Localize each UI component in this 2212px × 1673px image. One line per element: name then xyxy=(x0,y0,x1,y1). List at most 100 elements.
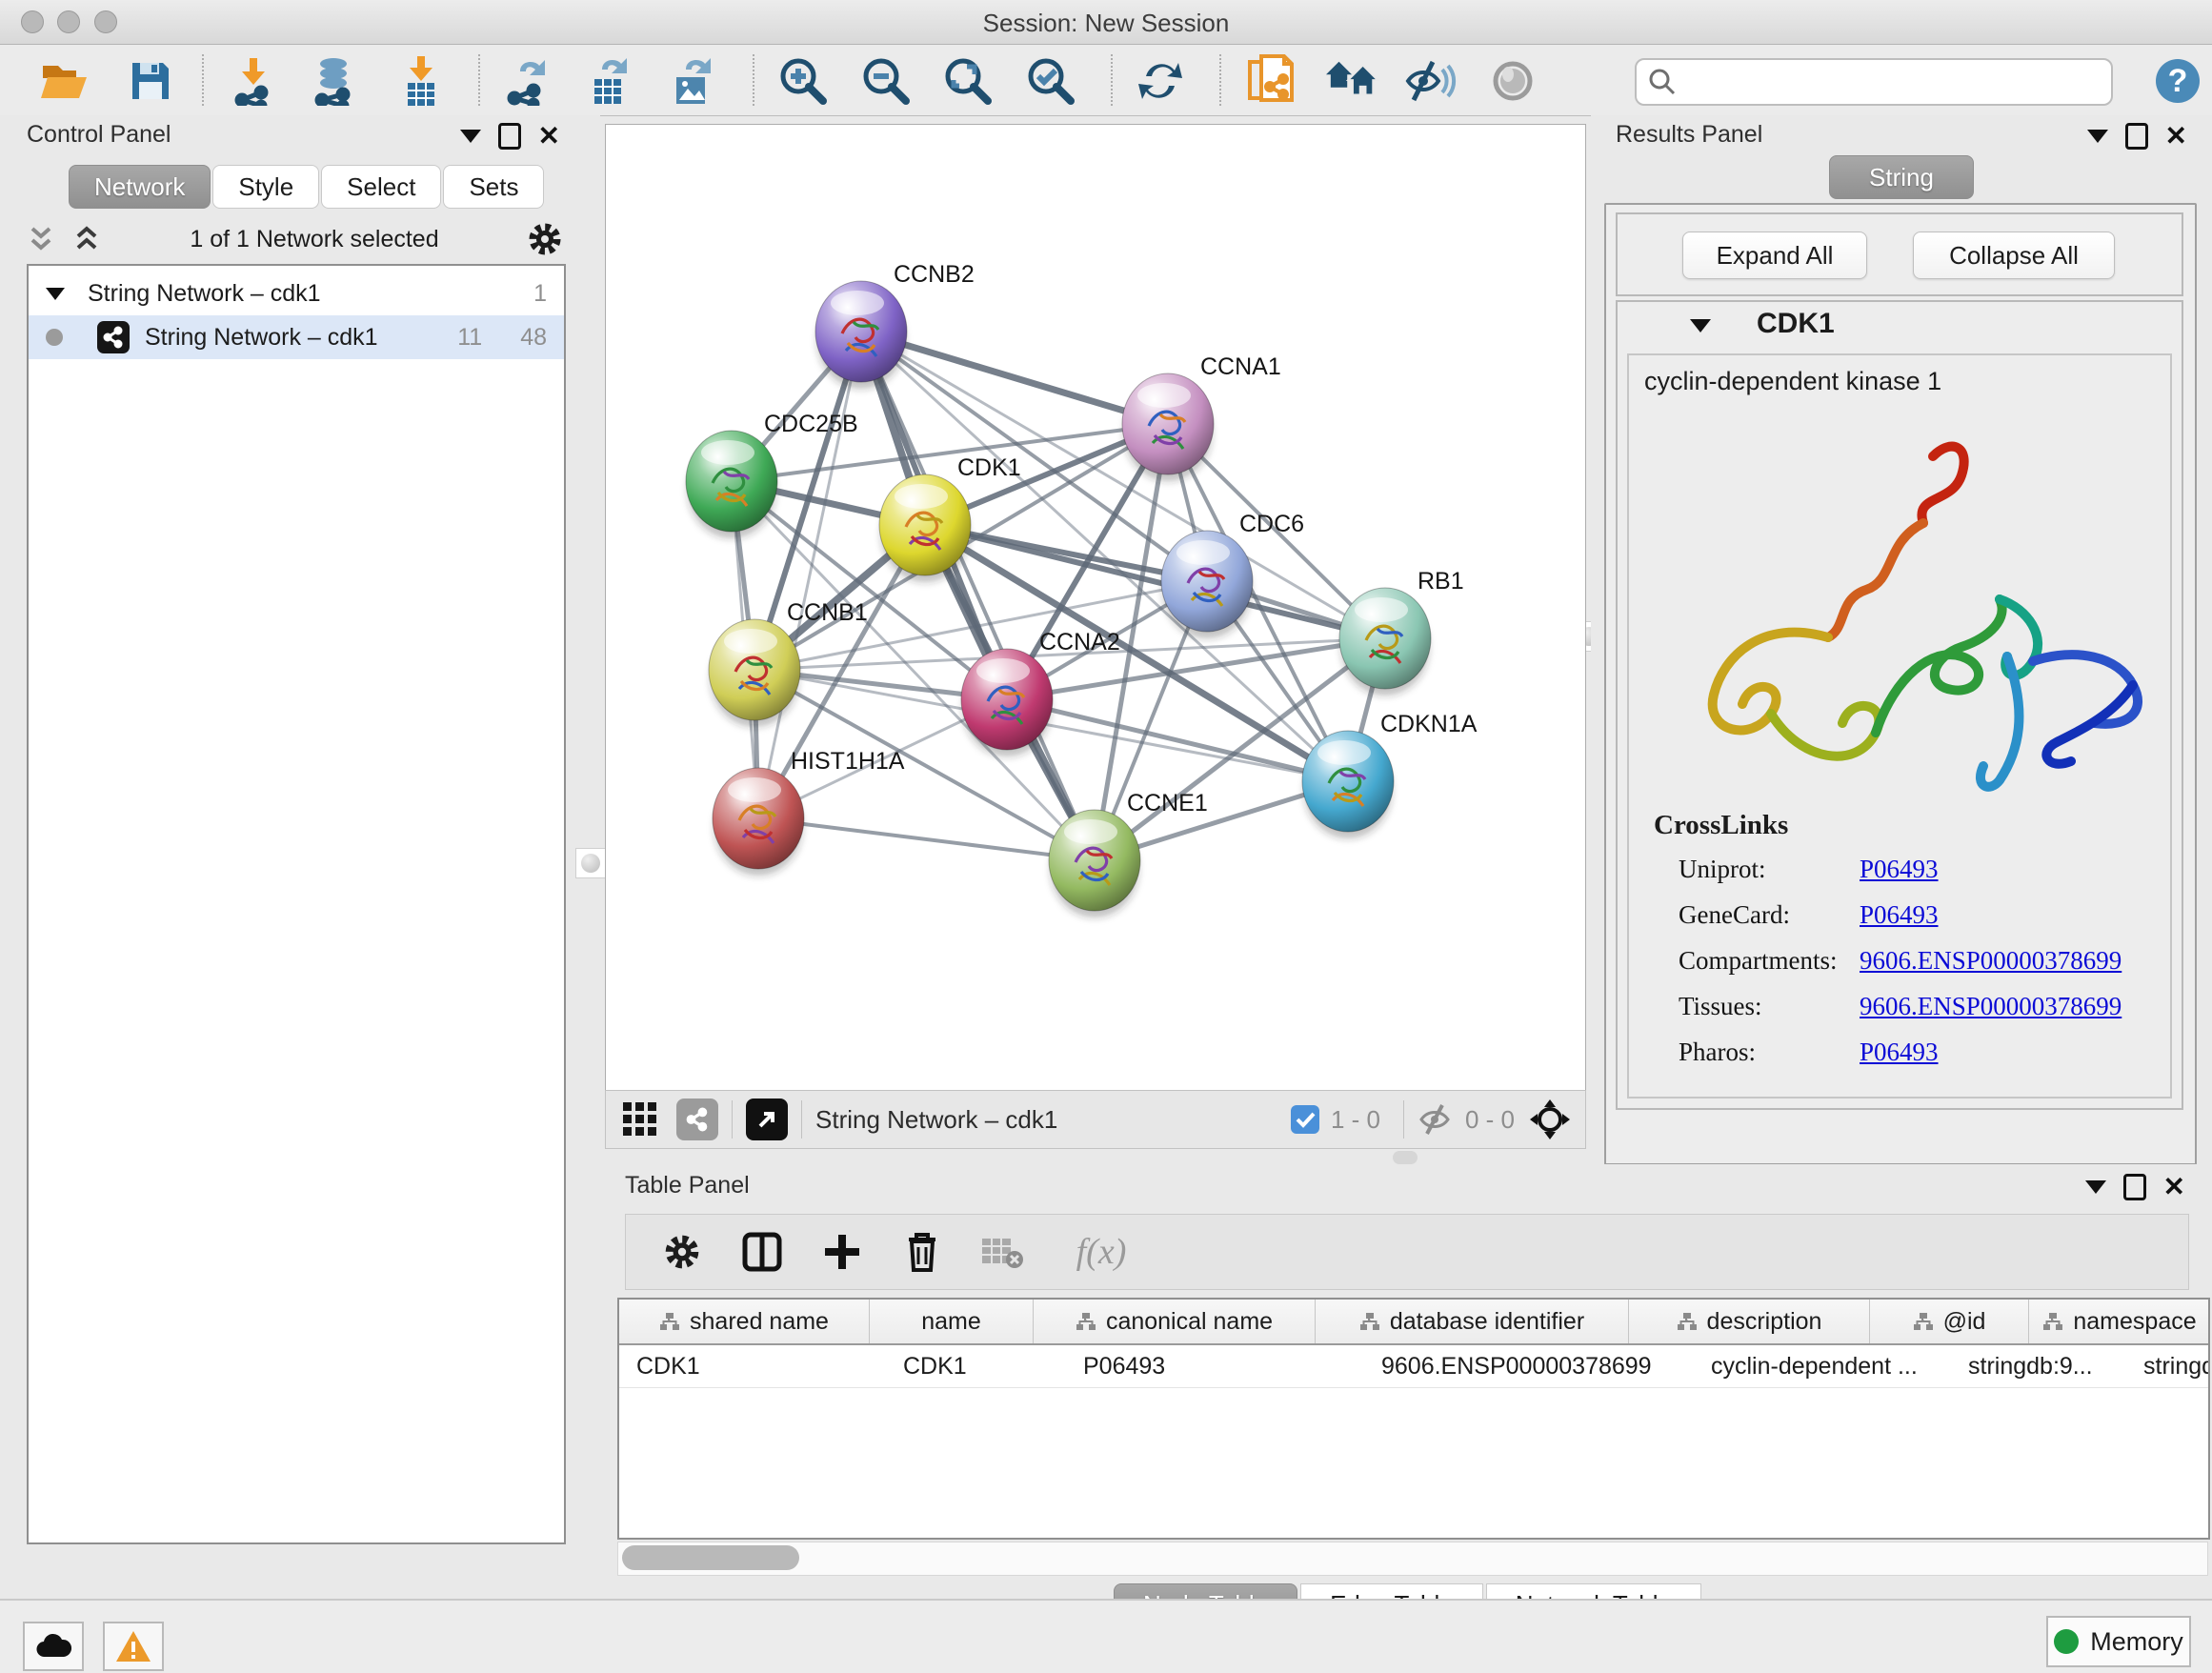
network-node-CCNB2[interactable]: CCNB2 xyxy=(815,261,975,389)
grid-view-icon[interactable] xyxy=(621,1100,659,1139)
zoom-selected-icon[interactable] xyxy=(1024,56,1077,106)
export-table-icon[interactable] xyxy=(583,56,636,106)
node-table: shared name namecanonical namedatabase id… xyxy=(617,1298,2210,1540)
panel-menu-icon[interactable] xyxy=(460,130,481,143)
column-header-database-identifier[interactable]: database identifier xyxy=(1316,1300,1629,1343)
search-input[interactable] xyxy=(1684,62,2111,102)
collapse-all-button[interactable]: Collapse All xyxy=(1913,232,2115,279)
network-row[interactable]: String Network – cdk1 11 48 xyxy=(29,315,564,359)
hidden-eye-icon[interactable] xyxy=(1418,1103,1456,1136)
delete-table-icon[interactable] xyxy=(978,1228,1026,1276)
collapse-all-icon[interactable] xyxy=(25,223,57,255)
network-collection-row[interactable]: String Network – cdk1 1 xyxy=(29,272,564,315)
level-of-detail-icon[interactable] xyxy=(1486,56,1539,106)
import-network-database-icon[interactable] xyxy=(307,56,360,106)
panel-close-icon[interactable]: ✕ xyxy=(2163,1177,2185,1198)
network-status-dot xyxy=(46,329,63,346)
expand-all-button[interactable]: Expand All xyxy=(1682,232,1867,279)
table-cell[interactable]: stringdb:9... xyxy=(1951,1345,2126,1387)
column-header-shared-name[interactable]: shared name xyxy=(619,1300,870,1343)
refresh-icon[interactable] xyxy=(1134,56,1187,106)
column-header-namespace[interactable]: namespace xyxy=(2029,1300,2210,1343)
zoom-in-icon[interactable] xyxy=(776,56,830,106)
delete-column-icon[interactable] xyxy=(898,1228,946,1276)
detach-view-icon[interactable] xyxy=(746,1099,788,1140)
table-horizontal-scrollbar[interactable] xyxy=(617,1542,2208,1576)
tab-network[interactable]: Network xyxy=(69,165,211,209)
panel-float-icon[interactable] xyxy=(498,123,521,150)
column-header-canonical-name[interactable]: canonical name xyxy=(1034,1300,1316,1343)
table-cell[interactable]: cyclin-dependent ... xyxy=(1694,1345,1951,1387)
network-node-CDC6[interactable]: CDC6 xyxy=(1161,511,1304,638)
zoom-out-icon[interactable] xyxy=(859,56,913,106)
panel-menu-icon[interactable] xyxy=(2087,130,2108,143)
network-node-CCNA1[interactable]: CCNA1 xyxy=(1122,353,1281,481)
network-node-CCNB1[interactable]: CCNB1 xyxy=(709,599,868,727)
crosslink-link[interactable]: 9606.ENSP00000378699 xyxy=(1860,946,2122,976)
left-splitter-handle[interactable] xyxy=(575,848,606,878)
tab-select[interactable]: Select xyxy=(321,165,441,209)
tab-string[interactable]: String xyxy=(1829,155,1974,199)
export-image-icon[interactable] xyxy=(665,56,718,106)
add-column-icon[interactable] xyxy=(818,1228,866,1276)
table-cell[interactable]: CDK1 xyxy=(619,1345,886,1387)
tree-expand-icon[interactable] xyxy=(46,288,65,300)
crosslink-link[interactable]: P06493 xyxy=(1860,1038,1939,1067)
table-cell[interactable]: stringdb xyxy=(2126,1345,2210,1387)
crosslink-row: Pharos:P06493 xyxy=(1679,1038,2170,1067)
crosslink-link[interactable]: 9606.ENSP00000378699 xyxy=(1860,992,2122,1021)
gear-icon[interactable] xyxy=(526,220,564,258)
save-session-icon[interactable] xyxy=(124,56,177,106)
select-columns-icon[interactable] xyxy=(738,1228,786,1276)
crosslink-link[interactable]: P06493 xyxy=(1860,900,1939,930)
table-row[interactable]: CDK1CDK1P064939606.ENSP00000378699cyclin… xyxy=(619,1345,2208,1388)
bottom-splitter-handle[interactable] xyxy=(1393,1151,1418,1164)
function-builder-icon[interactable]: f(x) xyxy=(1058,1228,1144,1276)
hide-graphics-details-icon[interactable] xyxy=(1404,56,1458,106)
table-cell[interactable]: CDK1 xyxy=(886,1345,1066,1387)
table-cell[interactable]: 9606.ENSP00000378699 xyxy=(1364,1345,1694,1387)
column-header-label: shared name xyxy=(690,1308,829,1336)
open-session-icon[interactable] xyxy=(38,56,91,106)
help-icon[interactable]: ? xyxy=(2151,56,2204,106)
column-header-name[interactable]: name xyxy=(870,1300,1034,1343)
network-node-RB1[interactable]: RB1 xyxy=(1339,568,1464,695)
selected-checkbox-icon[interactable] xyxy=(1289,1103,1321,1136)
node-label-RB1: RB1 xyxy=(1418,568,1464,595)
scrollbar-thumb[interactable] xyxy=(622,1545,799,1570)
gene-name: CDK1 xyxy=(1757,308,1835,340)
birdseye-crosshair-icon[interactable] xyxy=(1528,1098,1572,1141)
cybrowser-houses-icon[interactable] xyxy=(1326,56,1379,106)
column-header-label: description xyxy=(1707,1308,1822,1336)
import-table-icon[interactable] xyxy=(394,56,448,106)
column-header-description[interactable]: description xyxy=(1629,1300,1870,1343)
table-cell[interactable]: P06493 xyxy=(1066,1345,1364,1387)
panel-float-icon[interactable] xyxy=(2125,123,2148,150)
crosslinks-list: Uniprot:P06493GeneCard:P06493Compartment… xyxy=(1679,855,2170,1067)
export-network-icon[interactable] xyxy=(501,56,554,106)
warning-button[interactable] xyxy=(103,1622,164,1671)
column-type-icon xyxy=(1913,1312,1934,1331)
network-canvas[interactable]: CCNB2CCNA1CDC25BCDK1CDC6RB1CCNB1CCNA2CDK… xyxy=(605,124,1586,1091)
panel-float-icon[interactable] xyxy=(2123,1174,2146,1200)
cloud-button[interactable] xyxy=(23,1622,84,1671)
tab-sets[interactable]: Sets xyxy=(443,165,544,209)
import-network-file-icon[interactable] xyxy=(227,56,280,106)
network-node-HIST1H1A[interactable]: HIST1H1A xyxy=(713,748,905,876)
column-header--id[interactable]: @id xyxy=(1870,1300,2029,1343)
memory-button[interactable]: Memory xyxy=(2046,1616,2191,1667)
network-node-CDK1[interactable]: CDK1 xyxy=(879,454,1021,582)
panel-close-icon[interactable]: ✕ xyxy=(538,126,560,147)
network-node-CDKN1A[interactable]: CDKN1A xyxy=(1302,711,1478,838)
share-to-web-icon[interactable] xyxy=(1244,56,1297,106)
zoom-fit-icon[interactable] xyxy=(941,56,995,106)
table-settings-gear-icon[interactable] xyxy=(658,1228,706,1276)
panel-close-icon[interactable]: ✕ xyxy=(2165,126,2187,147)
string-view-icon[interactable] xyxy=(676,1099,718,1140)
edge-count: 48 xyxy=(520,324,547,352)
entry-collapse-icon[interactable] xyxy=(1690,319,1711,333)
crosslink-link[interactable]: P06493 xyxy=(1860,855,1939,884)
panel-menu-icon[interactable] xyxy=(2085,1180,2106,1194)
tab-style[interactable]: Style xyxy=(212,165,319,209)
expand-all-icon[interactable] xyxy=(70,223,103,255)
